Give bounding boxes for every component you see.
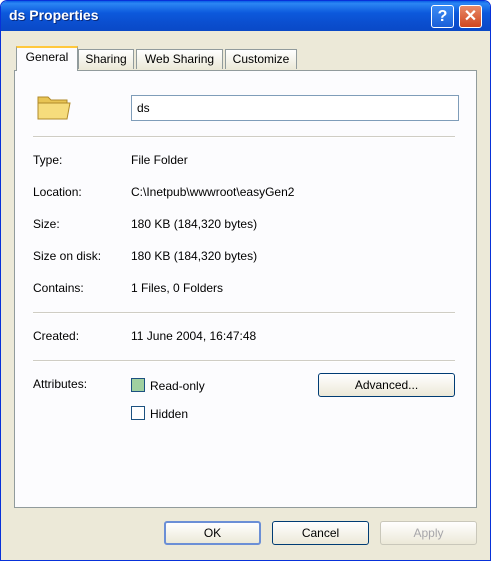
location-label: Location:	[33, 185, 82, 199]
readonly-label: Read-only	[150, 379, 205, 393]
created-value: 11 June 2004, 16:47:48	[131, 329, 257, 343]
size-label: Size:	[33, 217, 60, 231]
created-label: Created:	[33, 329, 80, 343]
hidden-checkbox[interactable]	[131, 406, 145, 420]
separator	[33, 360, 455, 362]
advanced-button[interactable]: Advanced...	[318, 373, 455, 397]
contains-value: 1 Files, 0 Folders	[131, 281, 224, 295]
size-value: 180 KB (184,320 bytes)	[131, 217, 258, 231]
separator	[33, 312, 455, 314]
folder-name-input[interactable]	[131, 95, 459, 121]
close-icon: ✕	[463, 8, 478, 25]
properties-dialog: ds Properties ? ✕ General Sharing Web Sh…	[0, 0, 491, 561]
help-button[interactable]: ?	[431, 5, 454, 28]
type-value: File Folder	[131, 153, 188, 167]
close-button[interactable]: ✕	[459, 5, 482, 28]
tab-general[interactable]: General	[16, 46, 78, 71]
separator	[33, 136, 455, 138]
title-bar[interactable]: ds Properties ? ✕	[1, 1, 490, 31]
readonly-checkbox[interactable]	[131, 378, 145, 392]
window-title: ds Properties	[9, 7, 99, 23]
size-on-disk-value: 180 KB (184,320 bytes)	[131, 249, 258, 263]
size-on-disk-label: Size on disk:	[33, 249, 102, 263]
ok-button[interactable]: OK	[164, 521, 261, 545]
help-icon: ?	[437, 8, 448, 25]
tab-customize[interactable]: Customize	[225, 49, 297, 69]
hidden-label: Hidden	[150, 407, 189, 421]
cancel-button[interactable]: Cancel	[272, 521, 369, 545]
contains-label: Contains:	[33, 281, 84, 295]
apply-button[interactable]: Apply	[380, 521, 477, 545]
type-label: Type:	[33, 153, 63, 167]
tab-sharing[interactable]: Sharing	[78, 49, 134, 69]
folder-icon	[37, 96, 71, 120]
tab-web-sharing[interactable]: Web Sharing	[136, 49, 223, 69]
attributes-label: Attributes:	[33, 377, 88, 391]
location-value: C:\Inetpub\wwwroot\easyGen2	[131, 185, 295, 199]
